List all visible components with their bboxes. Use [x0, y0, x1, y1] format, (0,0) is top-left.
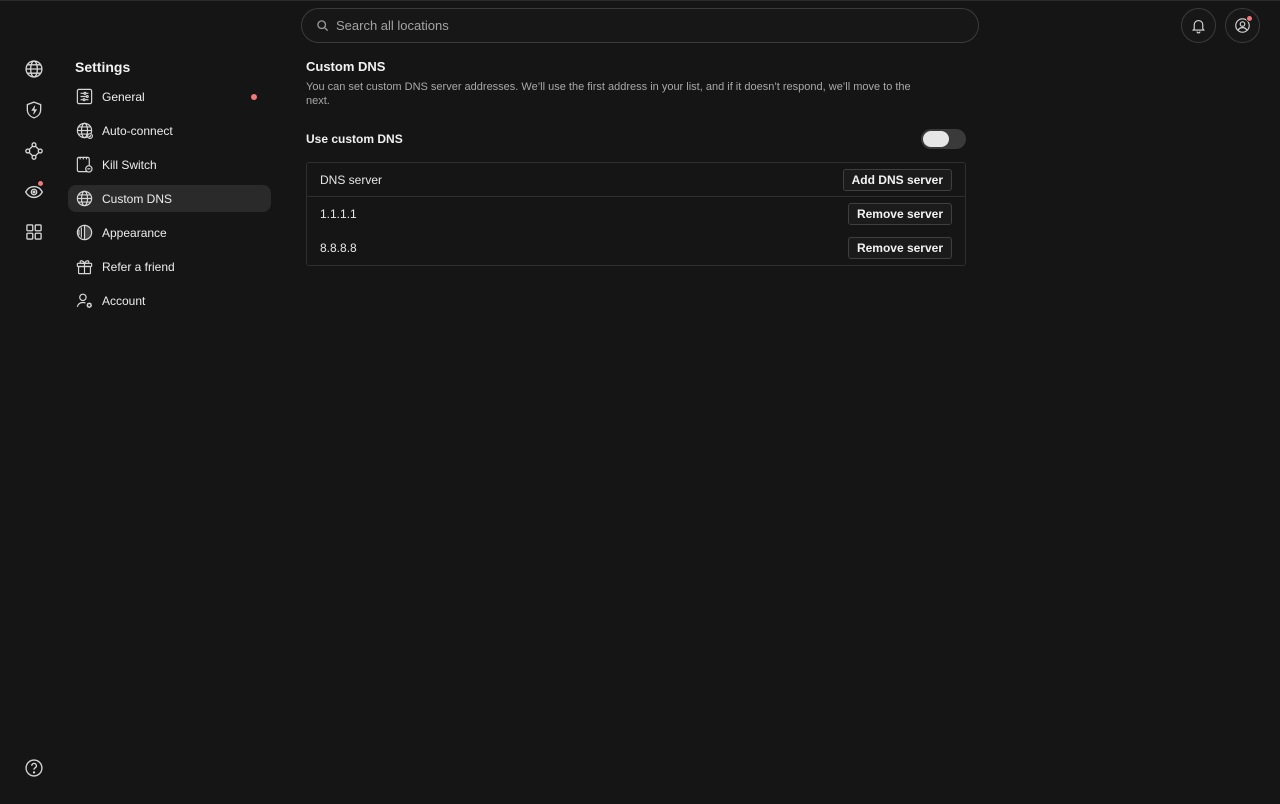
- sidebar-item-general[interactable]: General: [68, 83, 271, 110]
- use-custom-dns-row: Use custom DNS: [306, 128, 966, 150]
- sidebar-item-label: Refer a friend: [102, 259, 175, 274]
- account-button[interactable]: [1225, 8, 1260, 43]
- use-custom-dns-toggle[interactable]: [921, 129, 966, 149]
- dns-server-address: 8.8.8.8: [320, 241, 357, 255]
- bell-icon: [1192, 19, 1205, 34]
- sidebar-item-custom-dns[interactable]: Custom DNS: [68, 185, 271, 212]
- globe-connect-icon: [75, 121, 94, 140]
- page-description: You can set custom DNS server addresses.…: [306, 81, 911, 107]
- table-row: 1.1.1.1 Remove server: [307, 197, 965, 231]
- notification-dot: [1246, 15, 1253, 22]
- mesh-network-icon[interactable]: [21, 138, 47, 164]
- settings-nav: General Auto-connect Kill Switch Custom …: [68, 83, 271, 321]
- sidebar-item-label: Appearance: [102, 225, 167, 240]
- settings-title: Settings: [75, 59, 131, 75]
- globe-dns-icon: [75, 189, 94, 208]
- search-icon: [317, 20, 329, 32]
- globe-icon[interactable]: [21, 56, 47, 82]
- notification-dot: [37, 180, 44, 187]
- search-input[interactable]: [336, 18, 936, 33]
- help-icon[interactable]: [21, 755, 47, 781]
- shield-bolt-icon[interactable]: [21, 97, 47, 123]
- custom-dns-panel: Custom DNS You can set custom DNS server…: [306, 59, 966, 266]
- dns-server-table: DNS server Add DNS server 1.1.1.1 Remove…: [306, 162, 966, 266]
- sidebar-item-label: Kill Switch: [102, 157, 157, 172]
- sidebar-item-kill-switch[interactable]: Kill Switch: [68, 151, 271, 178]
- dns-server-column-header: DNS server: [320, 172, 383, 187]
- dns-server-address: 1.1.1.1: [320, 207, 357, 221]
- sidebar-item-label: Custom DNS: [102, 191, 173, 206]
- dns-table-header: DNS server Add DNS server: [307, 163, 965, 197]
- app-window: Settings General Auto-connect Kill Switc…: [0, 0, 1280, 804]
- gift-icon: [75, 257, 94, 276]
- contrast-icon: [75, 223, 94, 242]
- sidebar-item-label: Auto-connect: [102, 123, 173, 138]
- use-custom-dns-label: Use custom DNS: [306, 132, 403, 146]
- notifications-button[interactable]: [1181, 8, 1216, 43]
- remove-server-button[interactable]: Remove server: [847, 203, 952, 225]
- sliders-icon: [75, 87, 94, 106]
- remove-server-button[interactable]: Remove server: [847, 237, 952, 259]
- page-title: Custom DNS: [306, 59, 386, 74]
- sidebar-item-account[interactable]: Account: [68, 287, 271, 314]
- left-rail: [0, 1, 68, 804]
- user-gear-icon: [75, 291, 94, 310]
- sidebar-item-refer-a-friend[interactable]: Refer a friend: [68, 253, 271, 280]
- kill-switch-icon: [75, 155, 94, 174]
- sidebar-item-label: General: [102, 89, 145, 104]
- table-row: 8.8.8.8 Remove server: [307, 231, 965, 265]
- toggle-knob: [923, 131, 949, 147]
- search-bar[interactable]: [301, 8, 979, 43]
- apps-grid-icon[interactable]: [21, 219, 47, 245]
- unread-badge: [251, 94, 257, 100]
- add-dns-server-button[interactable]: Add DNS server: [842, 168, 952, 191]
- sidebar-item-label: Account: [102, 293, 146, 308]
- sidebar-item-appearance[interactable]: Appearance: [68, 219, 271, 246]
- threat-protection-eye-icon[interactable]: [21, 179, 47, 205]
- sidebar-item-auto-connect[interactable]: Auto-connect: [68, 117, 271, 144]
